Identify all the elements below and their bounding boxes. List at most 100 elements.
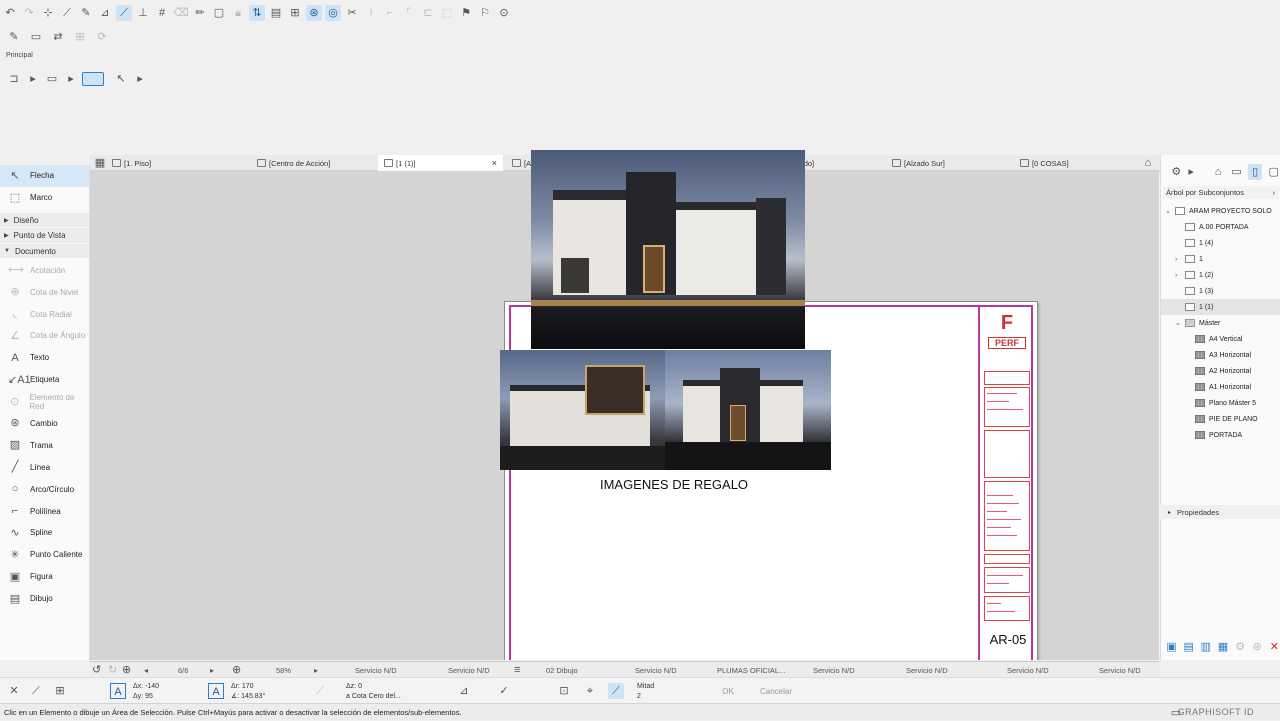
servicio-dropdown[interactable]: Servicio N/D: [448, 663, 490, 677]
tool-cota-nivel[interactable]: ⊕ Cota de Nivel: [0, 281, 89, 303]
tool-cota-angulo[interactable]: ∠ Cota de Ángulo: [0, 325, 89, 347]
servicio-dropdown[interactable]: Servicio N/D: [1007, 663, 1049, 677]
offset-icon[interactable]: ⊏: [420, 5, 436, 21]
eraser-icon[interactable]: ⌫: [173, 5, 189, 21]
tree-item[interactable]: PIE DE PLANO: [1161, 411, 1280, 427]
suspend-groups-icon[interactable]: ⊛: [306, 5, 322, 21]
delete-icon[interactable]: ✕: [1268, 639, 1280, 655]
check-icon[interactable]: ✓: [496, 683, 512, 699]
polar-coord-icon[interactable]: A: [208, 683, 224, 699]
project-map-icon[interactable]: ⌂: [1211, 164, 1226, 180]
publisher-icon[interactable]: ▢: [1266, 164, 1280, 180]
tab-1[interactable]: [Centro de Acción]: [251, 155, 376, 171]
zoom-value[interactable]: 58%: [276, 663, 291, 677]
prev-page-icon[interactable]: ◂: [144, 663, 148, 677]
delta-r[interactable]: Δr: 170: [231, 682, 254, 691]
layout-book-icon[interactable]: ▯: [1247, 164, 1263, 180]
tool-acotacion[interactable]: ⟷ Acotación: [0, 259, 89, 281]
delta-z[interactable]: Δz: 0: [346, 682, 362, 691]
chevron-right-icon[interactable]: ▸: [25, 71, 41, 87]
servicio-dropdown[interactable]: Servicio N/D: [1099, 663, 1141, 677]
flag-icon[interactable]: ⚑: [458, 5, 474, 21]
tree-item[interactable]: A.00 PORTADA: [1161, 219, 1280, 235]
navigator-settings-icon[interactable]: ⚙: [1169, 164, 1184, 180]
ok-button[interactable]: OK: [716, 687, 740, 696]
snap-mode[interactable]: Mitad: [637, 682, 654, 691]
snap-divisions[interactable]: 2: [637, 692, 641, 701]
close-icon[interactable]: ×: [492, 158, 497, 168]
new-subset-icon[interactable]: ▤: [1182, 639, 1195, 655]
tab-7[interactable]: [0 COSAS]: [1014, 155, 1139, 171]
tree-item[interactable]: A4 Vertical: [1161, 331, 1280, 347]
3d-icon[interactable]: ◎: [325, 5, 341, 21]
adjust-icon[interactable]: ⌜: [401, 5, 417, 21]
layout-icon[interactable]: ⊿: [97, 5, 113, 21]
split-icon[interactable]: ⌐: [382, 5, 398, 21]
coordinate-icon[interactable]: ⊞: [52, 683, 68, 699]
undo-icon[interactable]: ↶: [2, 5, 18, 21]
tree-item[interactable]: › 1 (2): [1161, 267, 1280, 283]
tool-punto-caliente[interactable]: ✳ Punto Caliente: [0, 544, 89, 566]
servicio-dropdown[interactable]: Servicio N/D: [355, 663, 397, 677]
pencil-icon[interactable]: ✏: [192, 5, 208, 21]
delta-x[interactable]: Δx: -140: [133, 682, 159, 691]
slope-icon[interactable]: ⟋: [312, 683, 328, 699]
snap-icon[interactable]: ⟋: [28, 683, 44, 699]
settings-icon[interactable]: ⚙: [1234, 639, 1247, 655]
zoom-fit-icon[interactable]: ⊙: [496, 5, 512, 21]
pen-icon[interactable]: ✎: [6, 29, 22, 45]
tool-arco-circulo[interactable]: ○ Arco/Círculo: [0, 478, 89, 500]
geometry-method-icon[interactable]: ⊐: [6, 71, 22, 87]
snap-guide-icon[interactable]: ⟋: [116, 5, 132, 21]
trace-icon[interactable]: ⇅: [249, 5, 265, 21]
place-drawing-icon[interactable]: ▦: [1216, 639, 1229, 655]
find-select-icon[interactable]: ⊹: [40, 5, 56, 21]
toolbox-group-documento[interactable]: ▼ Documento: [0, 243, 89, 260]
toolbox-group-punto-de-vista[interactable]: ▶ Punto de Vista: [0, 228, 89, 244]
rotate-icon[interactable]: ⟳: [94, 29, 110, 45]
chevron-right-icon[interactable]: ▸: [132, 71, 148, 87]
eyedropper-icon[interactable]: ⟋: [59, 5, 75, 21]
reference-level[interactable]: a Cota Cero del...: [346, 692, 401, 701]
close-icon[interactable]: ✕: [6, 683, 22, 699]
gravity-icon[interactable]: ⊥: [135, 5, 151, 21]
layer-combination-icon[interactable]: ≡: [514, 663, 530, 677]
grid-snap-icon[interactable]: ⊞: [287, 5, 303, 21]
servicio-dropdown[interactable]: Servicio N/D: [635, 663, 677, 677]
tool-etiqueta[interactable]: ↙A1 Etiqueta: [0, 369, 89, 391]
zoom-icon[interactable]: ⊕: [122, 663, 138, 677]
next-page-icon[interactable]: ▸: [210, 663, 214, 677]
page-indicator[interactable]: 6/6: [178, 663, 188, 677]
cut-icon[interactable]: ✂: [344, 5, 360, 21]
marquee-icon[interactable]: ▢: [211, 5, 227, 21]
wall-split-icon[interactable]: ▭: [28, 29, 44, 45]
toolbox-group-diseño[interactable]: ▶ Diseño: [0, 212, 89, 229]
chevron-right-icon[interactable]: ▸: [314, 663, 318, 677]
layer-icon[interactable]: ▤: [268, 5, 284, 21]
tool-trama[interactable]: ▨ Trama: [0, 434, 89, 456]
delta-y[interactable]: Δy: 95: [133, 692, 153, 701]
guide-icon[interactable]: ⊿: [456, 683, 472, 699]
navigator-tree-dropdown[interactable]: Árbol por Subconjuntos ›: [1163, 186, 1279, 199]
special-snap-icon[interactable]: ⟋: [608, 683, 624, 699]
move-icon[interactable]: ⊞: [72, 29, 88, 45]
snap-points-icon[interactable]: ⊡: [556, 683, 572, 699]
servicio-dropdown[interactable]: Servicio N/D: [813, 663, 855, 677]
cancel-button[interactable]: Cancelar: [756, 687, 796, 696]
properties-section[interactable]: ▸ Propiedades: [1160, 505, 1280, 519]
tree-item[interactable]: A3 Horizontal: [1161, 347, 1280, 363]
tree-item[interactable]: 1 (1): [1161, 299, 1280, 315]
flag-table-icon[interactable]: ⚐: [477, 5, 493, 21]
tool-marco[interactable]: ⬚ Marco: [0, 187, 89, 209]
new-master-icon[interactable]: ▥: [1199, 639, 1212, 655]
selection-method-icon[interactable]: ▭: [44, 71, 60, 87]
chevron-right-icon[interactable]: ›: [1175, 256, 1185, 263]
lock-icon[interactable]: 🔒︎: [230, 5, 246, 21]
graphisoft-id-brand[interactable]: GRAPHISOFT ID: [1178, 707, 1254, 717]
view-map-icon[interactable]: ▭: [1229, 164, 1244, 180]
tool-polilinea[interactable]: ⌐ Polilínea: [0, 500, 89, 522]
layer-combination-dropdown[interactable]: 02 Dibujo: [546, 663, 578, 677]
trim-icon[interactable]: ⟊: [363, 5, 379, 21]
tool-dibujo[interactable]: ▤ Dibujo: [0, 588, 89, 610]
tool-flecha[interactable]: ↖ Flecha: [0, 165, 89, 187]
